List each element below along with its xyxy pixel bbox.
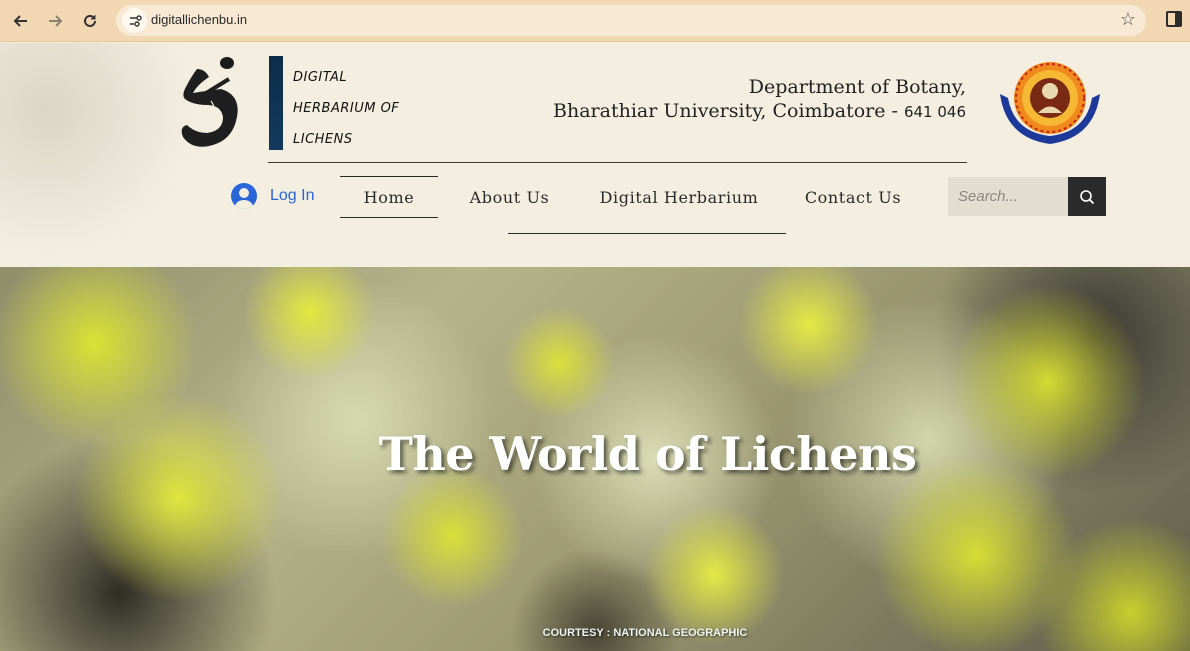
lichen-logo-icon[interactable] (175, 55, 247, 158)
logo-line: LICHENS (293, 132, 353, 147)
nav-item-about-us[interactable]: About Us (452, 176, 567, 218)
search-icon (1080, 189, 1095, 204)
department-name: Department of Botany, (748, 76, 966, 98)
reload-icon[interactable] (77, 8, 103, 34)
nav-underline (508, 233, 786, 234)
search-placeholder: Search... (958, 188, 1019, 205)
user-avatar-icon[interactable] (231, 183, 257, 209)
logo-text[interactable]: DIGITAL HERBARIUM OF LICHENS (293, 62, 399, 155)
pincode: 641 046 (903, 103, 966, 121)
header-divider (268, 162, 967, 163)
image-credit: COURTESY : NATIONAL GEOGRAPHIC (542, 627, 748, 639)
login-button[interactable]: Log In (231, 183, 314, 209)
nav-item-digital-herbarium[interactable]: Digital Herbarium (590, 176, 768, 218)
search-button[interactable] (1068, 177, 1106, 216)
logo-line: HERBARIUM OF (293, 101, 400, 116)
logo-bar (269, 56, 283, 150)
hero-title: The World of Lichens (378, 427, 917, 481)
back-arrow-icon[interactable] (8, 8, 34, 34)
address-bar[interactable]: digitallichenbu.in ☆ (116, 5, 1146, 36)
hero-banner-image: The World of Lichens COURTESY : NATIONAL… (0, 267, 1190, 651)
university-name: Bharathiar University, Coimbatore - (553, 100, 904, 122)
logo-line: DIGITAL (293, 70, 348, 85)
nav-item-home[interactable]: Home (340, 176, 438, 218)
side-panel-icon[interactable] (1166, 11, 1182, 27)
forward-arrow-icon[interactable] (42, 8, 68, 34)
university-emblem-icon (996, 58, 1104, 153)
browser-toolbar: digitallichenbu.in ☆ (0, 0, 1190, 42)
nav-item-contact-us[interactable]: Contact Us (792, 176, 914, 218)
bookmark-star-icon[interactable]: ☆ (1120, 9, 1136, 30)
login-label[interactable]: Log In (270, 187, 314, 205)
site-info-icon[interactable] (122, 8, 147, 33)
search-input[interactable]: Search... (948, 177, 1068, 216)
university-address: Bharathiar University, Coimbatore - 641 … (553, 100, 966, 122)
url-text[interactable]: digitallichenbu.in (151, 12, 247, 27)
